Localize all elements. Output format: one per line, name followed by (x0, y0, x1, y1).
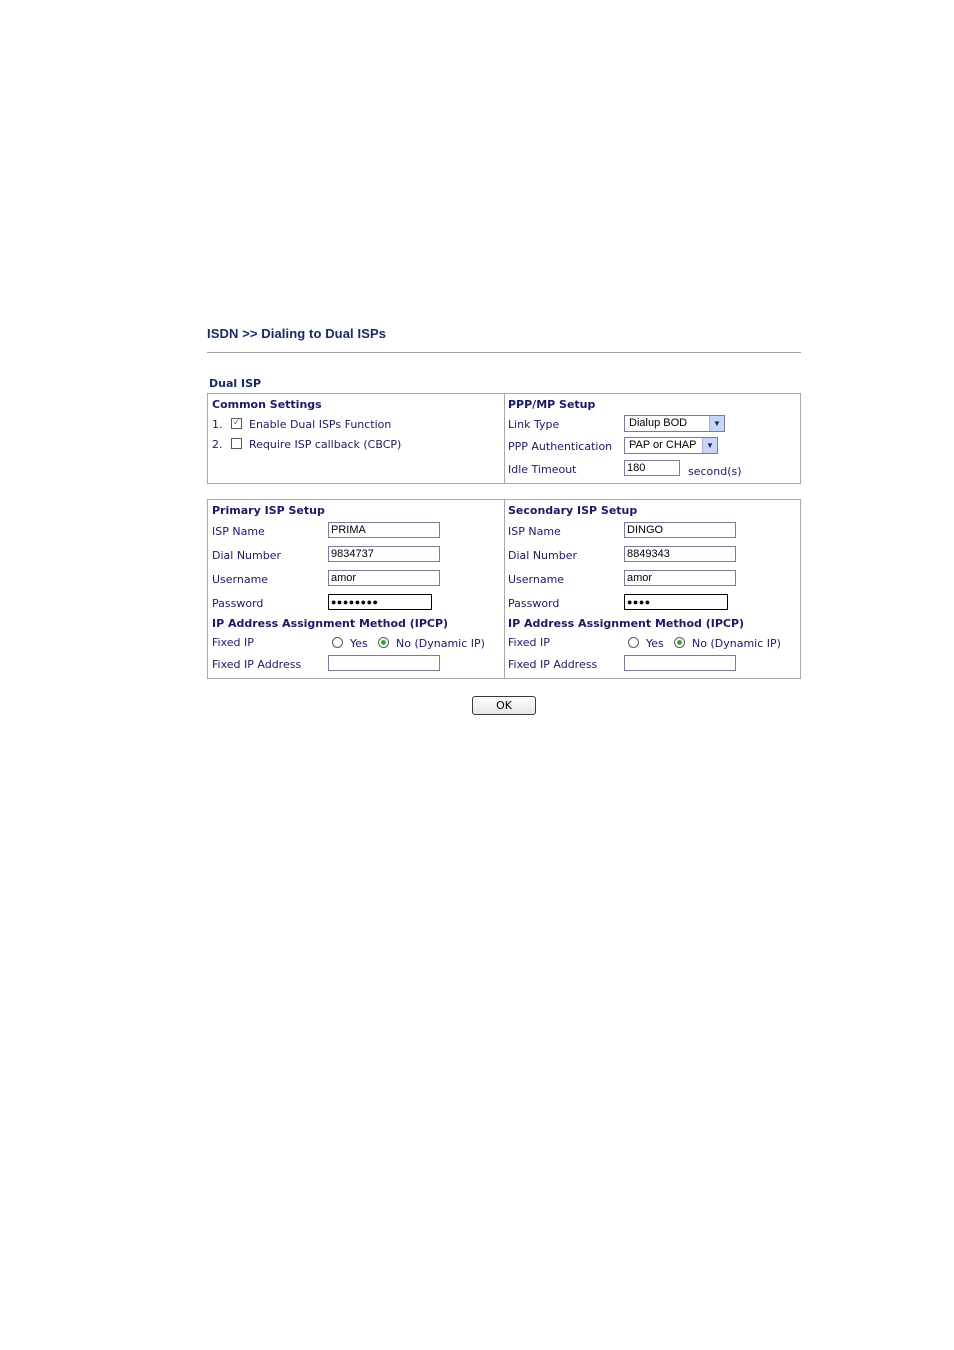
page-title: ISDN >> Dialing to Dual ISPs (207, 326, 387, 341)
section-title: Dual ISP (209, 377, 262, 390)
link-type-value: Dialup BOD (629, 417, 688, 429)
primary-isp-header: Primary ISP Setup (212, 504, 325, 517)
primary-dial-number-input[interactable]: 9834737 (328, 546, 440, 562)
check-mark-icon: ✓ (232, 418, 241, 428)
item-number-1: 1. (212, 418, 223, 431)
secondary-fixed-ip-label: Fixed IP (508, 636, 550, 649)
enable-dual-isp-label: Enable Dual ISPs Function (249, 418, 392, 431)
primary-isp-cell: Primary ISP Setup ISP Name PRIMA Dial Nu… (208, 500, 505, 678)
primary-fixed-ip-yes-label: Yes (350, 637, 368, 650)
idle-timeout-input[interactable]: 180 (624, 460, 680, 476)
secondary-fixed-ip-address-input[interactable] (624, 655, 736, 671)
ppp-auth-value: PAP or CHAP (629, 439, 697, 451)
isp-setup-panel: Primary ISP Setup ISP Name PRIMA Dial Nu… (207, 499, 801, 679)
primary-password-label: Password (212, 597, 264, 610)
primary-isp-name-label: ISP Name (212, 525, 265, 538)
primary-fixed-ip-no-label: No (Dynamic IP) (396, 637, 485, 650)
require-callback-checkbox[interactable] (231, 438, 242, 449)
secondary-fixed-ip-address-label: Fixed IP Address (508, 658, 598, 671)
primary-fixed-ip-label: Fixed IP (212, 636, 254, 649)
link-type-label: Link Type (508, 418, 560, 431)
primary-fixed-ip-address-input[interactable] (328, 655, 440, 671)
ppp-auth-select[interactable]: PAP or CHAP ▼ (624, 437, 718, 454)
secondary-isp-name-input[interactable]: DINGO (624, 522, 736, 538)
secondary-password-input[interactable]: ●●●● (624, 594, 728, 610)
ppp-mp-setup-header: PPP/MP Setup (508, 398, 596, 411)
title-divider (207, 352, 801, 353)
primary-dial-number-label: Dial Number (212, 549, 282, 562)
chevron-down-icon: ▼ (709, 416, 724, 431)
enable-dual-isp-checkbox[interactable]: ✓ (231, 418, 242, 429)
secondary-password-label: Password (508, 597, 560, 610)
chevron-down-icon: ▼ (702, 438, 717, 453)
secondary-fixed-ip-no-radio[interactable] (674, 637, 685, 648)
idle-timeout-label: Idle Timeout (508, 463, 577, 476)
idle-timeout-unit: second(s) (688, 465, 742, 478)
secondary-fixed-ip-yes-radio[interactable] (628, 637, 639, 648)
link-type-select[interactable]: Dialup BOD ▼ (624, 415, 725, 432)
secondary-dial-number-input[interactable]: 8849343 (624, 546, 736, 562)
primary-fixed-ip-address-label: Fixed IP Address (212, 658, 302, 671)
common-settings-header: Common Settings (212, 398, 322, 411)
ok-button[interactable]: OK (472, 696, 536, 715)
primary-username-label: Username (212, 573, 269, 586)
secondary-isp-name-label: ISP Name (508, 525, 561, 538)
secondary-ip-method-header: IP Address Assignment Method (IPCP) (508, 617, 745, 630)
secondary-fixed-ip-no-label: No (Dynamic IP) (692, 637, 781, 650)
primary-isp-name-input[interactable]: PRIMA (328, 522, 440, 538)
primary-fixed-ip-no-radio[interactable] (378, 637, 389, 648)
secondary-username-input[interactable]: amor (624, 570, 736, 586)
primary-ip-method-header: IP Address Assignment Method (IPCP) (212, 617, 449, 630)
dual-isp-settings-panel: Common Settings 1. ✓ Enable Dual ISPs Fu… (207, 393, 801, 484)
ppp-auth-label: PPP Authentication (508, 440, 613, 453)
secondary-isp-header: Secondary ISP Setup (508, 504, 638, 517)
secondary-dial-number-label: Dial Number (508, 549, 578, 562)
item-number-2: 2. (212, 438, 223, 451)
primary-fixed-ip-yes-radio[interactable] (332, 637, 343, 648)
primary-password-input[interactable]: ●●●●●●●● (328, 594, 432, 610)
secondary-username-label: Username (508, 573, 565, 586)
common-settings-cell: Common Settings 1. ✓ Enable Dual ISPs Fu… (208, 394, 505, 483)
require-callback-label: Require ISP callback (CBCP) (249, 438, 402, 451)
ppp-mp-setup-cell: PPP/MP Setup Link Type Dialup BOD ▼ PPP … (505, 394, 800, 483)
secondary-isp-cell: Secondary ISP Setup ISP Name DINGO Dial … (505, 500, 800, 678)
secondary-fixed-ip-yes-label: Yes (646, 637, 664, 650)
primary-username-input[interactable]: amor (328, 570, 440, 586)
